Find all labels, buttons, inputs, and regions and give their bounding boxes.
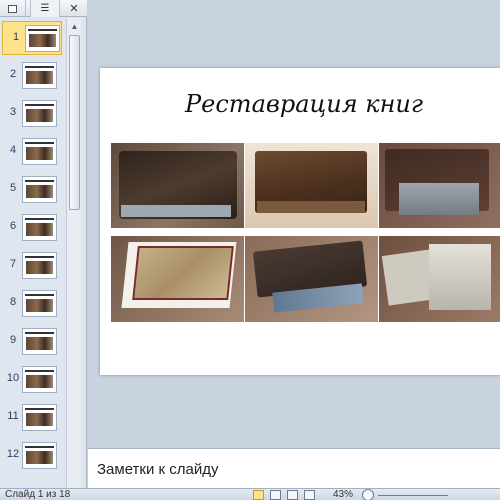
slide-thumbnail[interactable]: 2 [0,59,66,93]
slide-thumbnail-preview [22,290,57,317]
thumbnail-photo-mark [26,147,53,160]
slides-tab[interactable] [0,0,26,17]
thumbnail-photo-mark [26,223,53,236]
slide-thumbnail-number: 11 [7,410,19,422]
thumbnail-photo-mark [26,261,53,274]
status-bar: Слайд 1 из 18 43% [0,488,500,500]
slide-thumbnail-number: 4 [9,144,17,156]
thumbnail-title-mark [25,446,54,448]
slide-thumbnail[interactable]: 4 [0,135,66,169]
slide-thumbnail-number: 9 [9,334,17,346]
notes-placeholder[interactable]: Заметки к слайду [97,461,219,478]
slide-thumbnail-preview [22,328,57,355]
slide-sorter-view-icon[interactable] [270,490,281,500]
close-icon: ✕ [69,2,79,15]
slide-thumbnail[interactable]: 8 [0,287,66,321]
thumbnail-title-mark [25,408,54,410]
thumbnail-title-mark [25,66,54,68]
thumbnail-photo-mark [26,299,53,312]
thumbnail-photo-mark [26,71,53,84]
thumbnail-photo-mark [29,34,56,47]
old-book-photo-1[interactable] [111,143,244,228]
outline-tab-icon: ☰ [40,3,50,14]
slide-thumbnail-preview [22,404,57,431]
reading-view-icon[interactable] [287,490,298,500]
zoom-slider[interactable] [378,495,448,496]
thumbnail-photo-mark [26,375,53,388]
slide-thumbnail-preview [25,25,60,52]
slide-thumbnail[interactable]: 5 [0,173,66,207]
slide-notes-pane[interactable]: Заметки к слайду [88,448,500,488]
thumbnail-title-mark [25,256,54,258]
scrollbar-thumb[interactable] [69,35,80,210]
slide-thumbnail-number: 5 [9,182,17,194]
slide-thumbnail-preview [22,62,57,89]
slideshow-view-icon[interactable] [304,490,315,500]
slide-thumbnail-number: 8 [9,296,17,308]
thumbnail-title-mark [25,180,54,182]
old-book-photo-5[interactable] [245,236,378,322]
thumbnail-scrollbar[interactable]: ▲ [66,18,81,500]
old-book-photo-2[interactable] [245,143,378,228]
old-book-photo-4[interactable] [111,236,244,322]
thumbnail-title-mark [28,29,57,31]
zoom-level[interactable]: 43% [333,489,353,500]
slide-title[interactable]: Реставрация книг [100,90,500,118]
slide-counter: Слайд 1 из 18 [5,489,71,500]
slide-thumbnail[interactable]: 3 [0,97,66,131]
slide-thumbnail-preview [22,100,57,127]
thumbnail-title-mark [25,142,54,144]
thumbnail-title-mark [25,370,54,372]
slide-thumbnail-number: 2 [9,68,17,80]
slide-thumbnail-preview [22,252,57,279]
slide-thumbnail-number: 7 [9,258,17,270]
slide-thumbnail[interactable]: 6 [0,211,66,245]
slide-thumbnail-number: 3 [9,106,17,118]
thumbnail-title-mark [25,218,54,220]
slide-thumbnail-preview [22,442,57,469]
thumbnail-photo-mark [26,451,53,464]
thumbnail-title-mark [25,332,54,334]
slide-thumbnail[interactable]: 1 [2,21,62,55]
slide-thumbnail[interactable]: 11 [0,401,66,435]
thumbnail-photo-mark [26,337,53,350]
old-book-photo-6[interactable] [379,236,500,322]
slide-thumbnail-number: 1 [12,31,20,43]
thumbnail-photo-mark [26,413,53,426]
slide-thumbnail-preview [22,176,57,203]
old-book-photo-3[interactable] [379,143,500,228]
slide-thumbnail[interactable]: 10 [0,363,66,397]
thumbnail-title-mark [25,104,54,106]
slide-thumbnail-number: 6 [9,220,17,232]
slide-thumbnail[interactable]: 7 [0,249,66,283]
slide-thumbnail-preview [22,138,57,165]
thumbnail-photo-mark [26,185,53,198]
pane-tabs: ☰ ✕ [0,0,87,17]
scroll-up-arrow-icon[interactable]: ▲ [67,19,82,34]
slide-thumbnail-number: 12 [6,448,20,460]
zoom-out-icon[interactable] [362,489,374,500]
slides-tab-icon [8,4,17,13]
close-pane-button[interactable]: ✕ [64,0,84,17]
normal-view-icon[interactable] [253,490,264,500]
slide-canvas[interactable]: Реставрация книг [100,68,500,375]
outline-tab[interactable]: ☰ [30,0,60,17]
slide-thumbnail-preview [22,214,57,241]
slide-thumbnail-preview [22,366,57,393]
slides-thumbnail-pane: ☰ ✕ 1 2 3 4 5 6 7 8 9 10 11 12 ▲ [0,0,87,500]
thumbnail-title-mark [25,294,54,296]
slide-thumbnail[interactable]: 9 [0,325,66,359]
slide-thumbnail-number: 10 [6,372,20,384]
slide-thumbnail[interactable]: 12 [0,439,66,473]
thumbnail-photo-mark [26,109,53,122]
